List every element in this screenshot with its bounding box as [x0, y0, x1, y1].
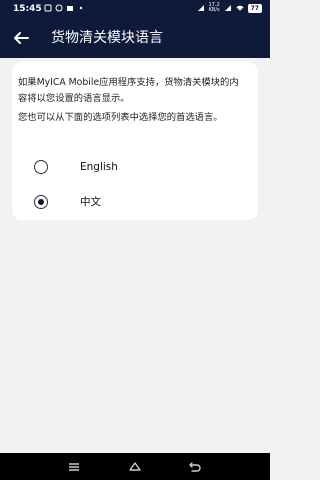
description-text: 如果MyICA Mobile应用程序支持，货物清关模块的内容将以您设置的语言显示…	[18, 77, 239, 104]
status-bar: 15:45 17.2 KB/s 77	[0, 0, 270, 18]
arrow-left-icon[interactable]	[12, 29, 30, 47]
radio-button-english[interactable]	[34, 160, 48, 174]
net-speed: 17.2 KB/s	[209, 3, 220, 13]
radio-selected-dot	[37, 198, 44, 205]
radio-button-chinese[interactable]	[34, 195, 48, 209]
page-title: 货物清关模块语言	[51, 30, 163, 46]
signal-icon	[224, 5, 231, 11]
language-option-english[interactable]: English	[28, 154, 240, 180]
status-time: 15:45	[13, 4, 42, 14]
more-dot-icon	[79, 6, 83, 10]
description-text-secondary: 您也可以从下面的选项列表中选择您的首选语言。	[18, 112, 223, 123]
language-option-label: 中文	[80, 196, 101, 208]
notification-icon	[55, 4, 63, 12]
system-nav-bar	[0, 453, 270, 480]
status-right: 17.2 KB/s 77	[197, 3, 262, 13]
language-option-chinese[interactable]: 中文	[28, 189, 240, 215]
app-bar: 货物清关模块语言	[0, 18, 270, 58]
menu-icon[interactable]	[67, 460, 81, 474]
battery-indicator: 77	[247, 3, 262, 13]
notification-icon	[44, 4, 52, 12]
home-icon[interactable]	[128, 460, 142, 474]
net-speed-unit: KB/s	[208, 7, 220, 13]
wifi-icon	[236, 5, 244, 11]
back-icon[interactable]	[188, 460, 202, 474]
notification-icons	[44, 4, 85, 12]
notification-icon	[67, 6, 73, 11]
signal-icon	[197, 5, 204, 11]
language-option-label: English	[80, 161, 118, 173]
